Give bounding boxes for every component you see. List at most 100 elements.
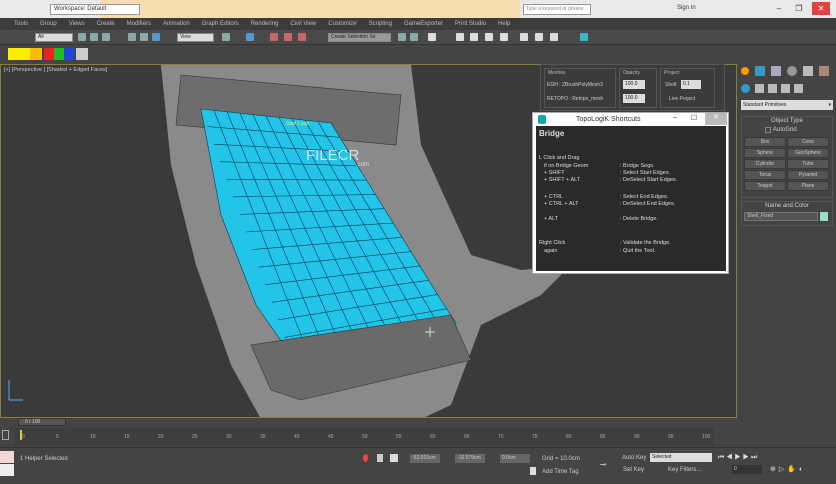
swatch-gray[interactable] [76,48,88,60]
rotate-icon[interactable] [140,33,148,41]
mesh-item-2[interactable]: RETOPO : Retopo_mesh [547,96,603,102]
viewport-nav-controls[interactable]: ⊕▷✋◐ [770,465,806,473]
pyramid-button[interactable]: Pyramid [787,170,829,180]
render-setup-icon[interactable] [500,33,508,41]
spinner-snap-icon[interactable] [298,33,306,41]
workspace-dropdown[interactable]: Workspace: Default [50,4,140,15]
menu-rendering[interactable]: Rendering [251,21,279,27]
key-filters-button[interactable]: Key Filters... [668,467,701,473]
z-coordinate[interactable]: 0.0cm [500,454,530,463]
tube-button[interactable]: Tube [787,159,829,169]
search-input[interactable]: Type a keyword or phrase [523,4,591,15]
add-time-tag[interactable]: Add Time Tag [542,469,579,475]
teapot-button[interactable]: Teapot [744,181,786,191]
opacity-1-input[interactable]: 100.0 [623,80,645,89]
material-editor-icon[interactable] [485,33,493,41]
box-button[interactable]: Box [744,137,786,147]
absolute-mode-icon[interactable] [390,454,398,462]
menu-animation[interactable]: Animation [163,21,190,27]
percent-snap-icon[interactable] [284,33,292,41]
y-coordinate[interactable]: -16.579cm [455,454,485,463]
region-select-icon[interactable] [102,33,110,41]
pivot-icon[interactable] [222,33,230,41]
cone-button[interactable]: Cone [787,137,829,147]
menu-create[interactable]: Create [97,21,115,27]
render-icon[interactable] [535,33,543,41]
sphere-button[interactable]: Sphere [744,148,786,158]
swatch-red[interactable] [44,48,54,60]
mesh-item-1[interactable]: EGH : ZBrushPolyMesh3 [547,82,603,88]
schematic-icon[interactable] [470,33,478,41]
snap-icon[interactable] [246,33,254,41]
swatch-orange[interactable] [30,48,42,60]
lock-selection-icon[interactable] [377,454,383,462]
modify-tab-icon[interactable] [755,66,765,76]
live-project-button[interactable]: Live Project [669,96,695,102]
menu-modifiers[interactable]: Modifiers [127,21,151,27]
create-tab-icon[interactable] [741,67,749,75]
menu-civil-view[interactable]: Civil View [290,21,316,27]
opacity-2-input[interactable]: 100.0 [623,94,645,103]
select-icon[interactable] [78,33,86,41]
swatch-blue[interactable] [64,48,74,60]
autogrid-checkbox[interactable] [765,127,771,133]
close-button[interactable]: ✕ [812,2,830,15]
render-frame-icon[interactable] [520,33,528,41]
scale-icon[interactable] [152,33,160,41]
current-frame-input[interactable]: 0 [732,465,762,474]
geometry-icon[interactable] [741,84,750,93]
object-type-header[interactable]: Object Type [741,118,833,124]
swatch-yellow[interactable] [8,48,30,60]
torus-button[interactable]: Torus [744,170,786,180]
helpers-icon[interactable] [794,84,803,93]
a360-icon[interactable] [580,33,588,41]
selection-set-dropdown[interactable]: Create Selection Se [328,33,391,42]
restore-button[interactable]: ❐ [790,2,808,15]
curve-editor-icon[interactable] [456,33,464,41]
selection-filter-dropdown[interactable]: All [35,33,73,42]
mirror-icon[interactable] [398,33,406,41]
render-iterative-icon[interactable] [550,33,558,41]
popup-minimize-button[interactable]: – [673,114,677,121]
time-slider[interactable]: 0 / 100 [18,418,66,426]
popup-close-button[interactable]: ✕ [705,113,727,125]
menu-graph-editors[interactable]: Graph Editors [202,21,239,27]
select-by-name-icon[interactable] [90,33,98,41]
x-coordinate[interactable]: -52.016cm [410,454,440,463]
align-icon[interactable] [410,33,418,41]
swatch-green[interactable] [54,48,64,60]
minimize-button[interactable]: – [770,2,788,15]
maxscript-listener[interactable] [0,451,14,463]
track-bar[interactable]: 0 5 10 15 20 25 30 35 40 45 50 55 60 65 70 75 80 85 90 95 10… [14,428,714,446]
menu-help[interactable]: Help [498,21,510,27]
menu-customize[interactable]: Customize [328,21,356,27]
isolate-icon[interactable] [363,454,368,462]
auto-key-button[interactable]: Auto Key [622,455,646,461]
key-icon[interactable]: ⊸ [600,460,607,469]
shell-input[interactable]: 0.1 [681,80,701,89]
utilities-tab-icon[interactable] [819,66,829,76]
key-selection-dropdown[interactable]: Selected [650,453,712,462]
primitives-dropdown[interactable]: Standard Primitives ▾ [741,100,833,110]
plane-button[interactable]: Plane [787,181,829,191]
object-name-input[interactable]: Shell_Fixed [744,212,818,221]
name-color-header[interactable]: Name and Color [741,203,833,209]
cameras-icon[interactable] [781,84,790,93]
angle-snap-icon[interactable] [270,33,278,41]
shapes-icon[interactable] [755,84,764,93]
sign-in-link[interactable]: Sign In [677,5,696,11]
menu-group[interactable]: Group [40,21,57,27]
hierarchy-tab-icon[interactable] [771,66,781,76]
curve-editor-toggle-icon[interactable] [2,430,9,440]
reference-coord-dropdown[interactable]: View [177,33,214,42]
set-key-button[interactable]: Set Key [623,467,644,473]
popup-maximize-button[interactable]: ☐ [691,114,697,122]
menu-tools[interactable]: Tools [14,21,28,27]
lights-icon[interactable] [768,84,777,93]
maxscript-mini-listener[interactable] [0,464,14,476]
motion-tab-icon[interactable] [787,66,797,76]
geosphere-button[interactable]: GeoSphere [787,148,829,158]
menu-gameexporter[interactable]: GameExporter [404,21,443,27]
layer-icon[interactable] [428,33,436,41]
menu-views[interactable]: Views [69,21,85,27]
